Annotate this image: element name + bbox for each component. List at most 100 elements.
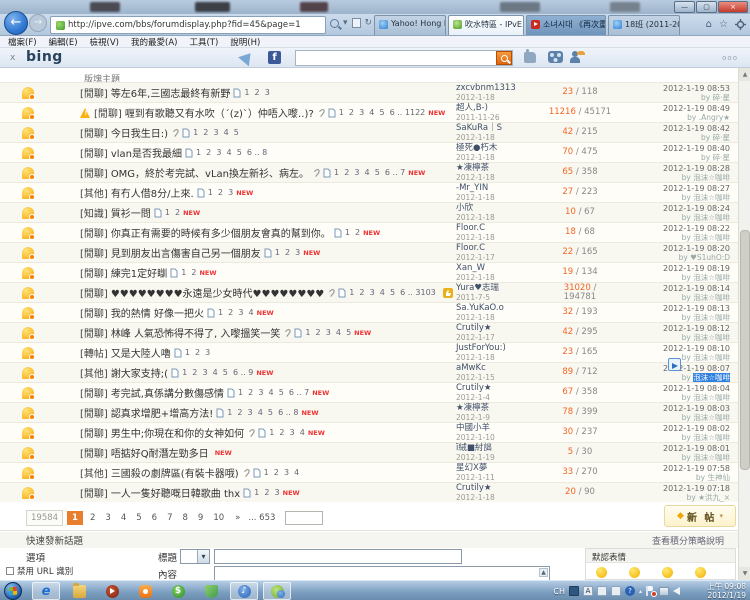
- thread-title-link[interactable]: OMG，終於考完試、vLan換左新衫、病左。: [111, 165, 309, 180]
- content-textarea[interactable]: ▲: [214, 566, 550, 580]
- thread-category[interactable]: [其他]: [80, 465, 108, 480]
- last-post-author[interactable]: 碎·星: [713, 133, 730, 142]
- thread-category[interactable]: [閒聊]: [80, 405, 108, 420]
- accelerator-icon[interactable]: [668, 358, 681, 371]
- scroll-up-icon[interactable]: ▲: [539, 568, 548, 577]
- action-center-flag-icon[interactable]: [646, 586, 655, 596]
- page-link[interactable]: 5: [133, 511, 144, 525]
- thread-page-links[interactable]: 1 2 3 4 5 6 .. 7: [334, 168, 405, 177]
- last-post-time[interactable]: 2012-1-19 08:13: [612, 304, 730, 313]
- thread-page-links[interactable]: 1 2 3 4 5: [193, 128, 239, 137]
- browser-tab[interactable]: 18班 (2011-2012): [608, 15, 680, 35]
- thread-category[interactable]: [閒聊]: [80, 285, 108, 300]
- thread-title-link[interactable]: 考完試,真係講分數傷感情: [111, 385, 224, 400]
- thread-page-links[interactable]: 1 2 3 4 5 6 .. 8: [227, 408, 298, 417]
- ime-panel-icon[interactable]: [597, 586, 607, 596]
- title-prefix-select[interactable]: [180, 549, 210, 564]
- thread-title-link[interactable]: 今日我生日:): [111, 125, 168, 140]
- browser-tab[interactable]: Yahoo! Hong Ko...: [374, 15, 446, 35]
- thread-page-links[interactable]: 1 2 3 4 5 6 .. 7: [238, 388, 309, 397]
- thread-title-link[interactable]: 有冇人借8分/上來.: [111, 185, 194, 200]
- author-link[interactable]: 星幻X夢: [456, 464, 548, 473]
- last-post-time[interactable]: 2012-1-19 08:20: [612, 244, 730, 253]
- page-link[interactable]: 10: [210, 511, 227, 525]
- last-post-time[interactable]: 2012-1-19 08:02: [612, 424, 730, 433]
- home-icon[interactable]: ⌂: [706, 19, 712, 30]
- last-post-author[interactable]: 泡沫☆咖啡: [693, 333, 730, 342]
- points-policy-link[interactable]: 查看積分策略說明: [652, 534, 724, 547]
- author-link[interactable]: 小欣: [456, 204, 548, 213]
- scroll-up-arrow[interactable]: ▲: [739, 68, 750, 81]
- thread-page-links[interactable]: 1 2 3: [254, 488, 279, 497]
- last-post-author[interactable]: 碎·星: [713, 93, 730, 102]
- thread-page-links[interactable]: 1 2: [181, 268, 196, 277]
- author-link[interactable]: Floor.C: [456, 244, 548, 253]
- thread-page-links[interactable]: 1 2 3: [185, 348, 210, 357]
- share-kite-icon[interactable]: [238, 49, 256, 66]
- last-post-author[interactable]: 泡沫☆咖啡: [693, 313, 730, 322]
- thread-category[interactable]: [閒聊]: [80, 445, 108, 460]
- last-post-author[interactable]: 泡沫☆咖啡: [693, 453, 730, 462]
- thread-title-link[interactable]: 喱到有歌聽又有水吹（´(z)`）仲唔入嚟‥)?: [125, 105, 314, 120]
- last-post-author[interactable]: 泡沫☆咖啡: [693, 193, 730, 202]
- network-icon[interactable]: [659, 587, 669, 596]
- toolbar-close-icon[interactable]: x: [10, 53, 15, 63]
- last-post-time[interactable]: 2012-1-19 07:18: [612, 484, 730, 493]
- maximize-button[interactable]: ▢: [696, 1, 717, 13]
- last-post-time[interactable]: 2012-1-19 08:40: [612, 144, 730, 153]
- author-link[interactable]: 中國小羊: [456, 424, 548, 433]
- author-link[interactable]: Crutily★: [456, 384, 548, 393]
- author-link[interactable]: JustForYou:): [456, 344, 548, 353]
- last-post-time[interactable]: 2012-1-19 08:42: [612, 124, 730, 133]
- thread-title-link[interactable]: 三國殺の劇牌區(有裝卡器哦): [111, 465, 239, 480]
- thread-title-link[interactable]: 謝大家支持;(: [111, 365, 168, 380]
- last-post-time[interactable]: 2012-1-19 08:49: [612, 104, 730, 113]
- thread-title-link[interactable]: 唔掂好Q耐潛左勁多日: [111, 445, 209, 460]
- toolbar-overflow-dots[interactable]: ooo: [722, 54, 738, 62]
- thread-page-links[interactable]: 1 2 3 4 5: [305, 328, 351, 337]
- thread-page-links[interactable]: 1 2 3 4 5 6 .. 9: [182, 368, 253, 377]
- author-link[interactable]: aMwKc: [456, 364, 548, 373]
- last-post-author[interactable]: 碎·星: [713, 153, 730, 162]
- browser-tab[interactable]: 소녀시대 《再次重..: [526, 15, 606, 35]
- minimize-button[interactable]: —: [674, 1, 695, 13]
- thread-category[interactable]: [其他]: [80, 185, 108, 200]
- page-link[interactable]: 9: [195, 511, 206, 525]
- last-post-author[interactable]: 泡沫☆咖啡: [693, 293, 730, 302]
- thread-category[interactable]: [閒聊]: [80, 425, 108, 440]
- thread-category[interactable]: [閒聊]: [80, 265, 108, 280]
- author-link[interactable]: ĭ絨■紂詘: [456, 444, 548, 453]
- thread-category[interactable]: [閒聊]: [94, 105, 122, 120]
- page-scrollbar[interactable]: ▲ ▼: [738, 68, 750, 580]
- last-post-author[interactable]: 泡沫☆咖啡: [693, 393, 730, 402]
- money-taskbar-button[interactable]: $: [164, 582, 192, 600]
- thread-category[interactable]: [閒聊]: [80, 325, 108, 340]
- last-post-author[interactable]: 泡沫☆咖啡: [693, 353, 730, 362]
- thread-page-links[interactable]: 1 2 3 4 5 6 .. 3103: [349, 288, 436, 297]
- volume-icon[interactable]: [673, 587, 680, 595]
- page-link[interactable]: 3: [102, 511, 113, 525]
- last-post-time[interactable]: 2012-1-19 08:10: [612, 344, 730, 353]
- author-link[interactable]: Floor.C: [456, 224, 548, 233]
- last-post-author[interactable]: ★洪九_×: [698, 493, 730, 502]
- author-link[interactable]: zxcvbnm1313: [456, 84, 548, 93]
- search-caret-icon[interactable]: ▾: [343, 18, 348, 28]
- last-post-author[interactable]: 泡沫☆咖啡: [693, 273, 730, 282]
- facebook-icon[interactable]: f: [268, 51, 281, 64]
- author-link[interactable]: 超人,B-): [456, 104, 548, 113]
- last-post-author[interactable]: 泡沫☆咖啡: [693, 413, 730, 422]
- ie-taskbar-button[interactable]: e: [32, 582, 60, 600]
- thread-title-link[interactable]: ♥♥♥♥♥♥♥♥永遠是少女時代♥♥♥♥♥♥♥♥: [111, 285, 324, 300]
- help-icon[interactable]: ?: [625, 586, 635, 596]
- music-taskbar-button[interactable]: ♪: [230, 582, 258, 600]
- thread-page-links[interactable]: 1 2 3: [244, 88, 269, 97]
- thread-category[interactable]: [閒聊]: [80, 225, 108, 240]
- thread-page-links[interactable]: 1 2 3: [275, 248, 300, 257]
- back-button[interactable]: ←: [4, 11, 28, 35]
- last-post-time[interactable]: 2012-1-19 08:04: [612, 384, 730, 393]
- thread-title-link[interactable]: 我的熱情 好像一把火: [111, 305, 204, 320]
- like-thumb-icon[interactable]: [524, 52, 536, 63]
- author-link[interactable]: ★凍檸茶: [456, 404, 548, 413]
- person-sparkle-icon[interactable]: [572, 51, 578, 57]
- keyboard-icon[interactable]: [569, 586, 579, 596]
